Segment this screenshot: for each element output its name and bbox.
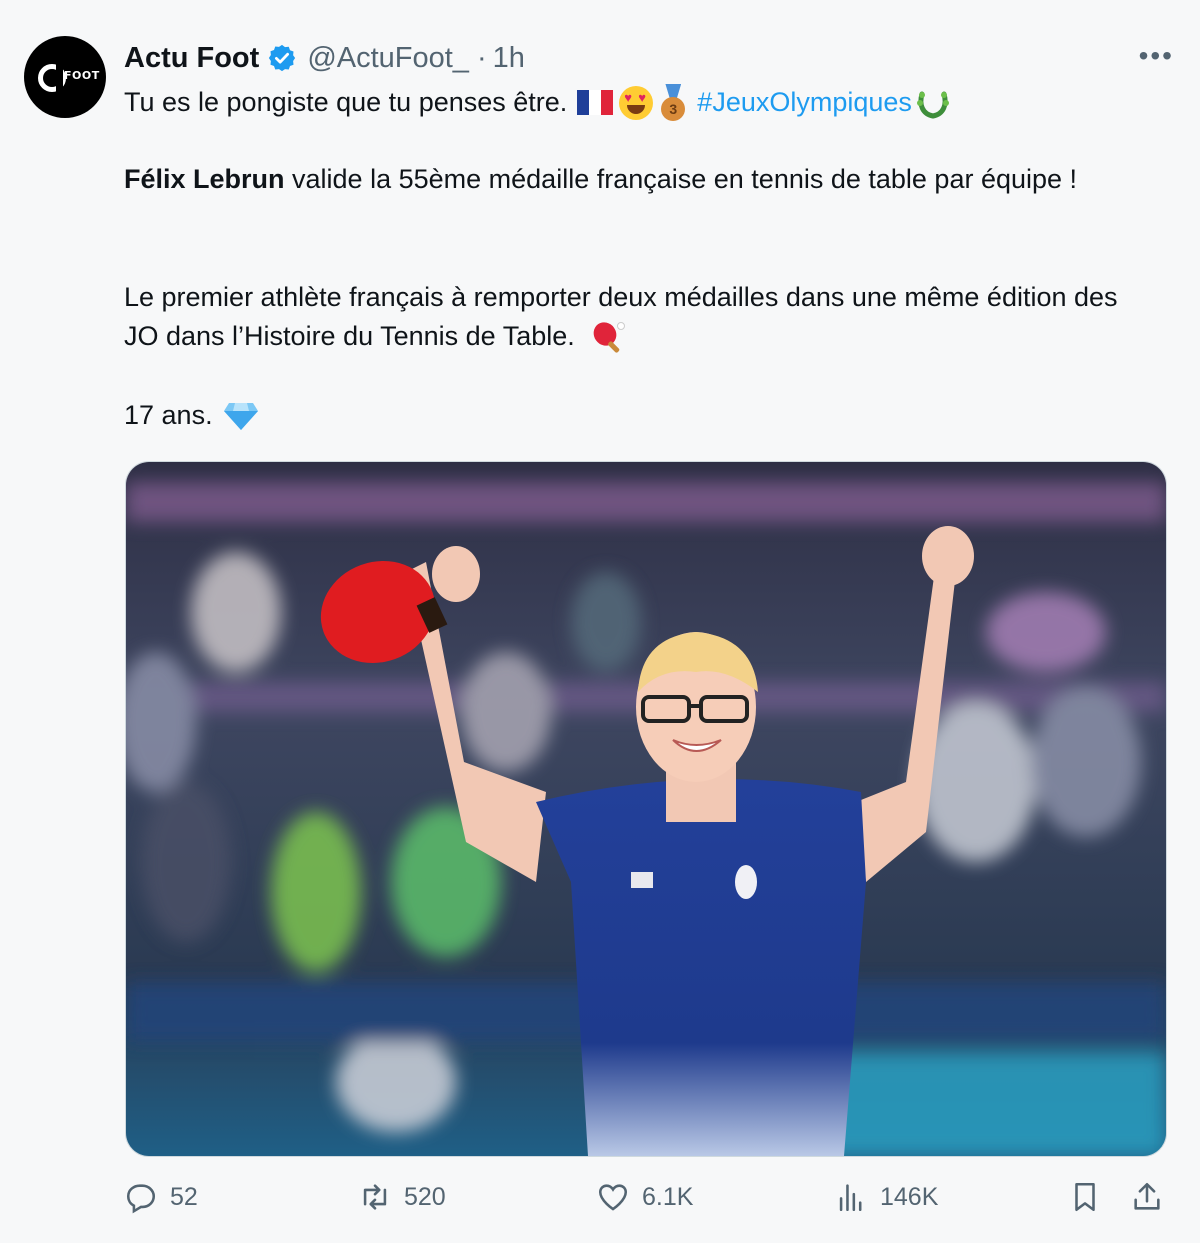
laurel-wreath-icon: [916, 91, 949, 118]
tweet: FOOT Actu Foot @ActuFoot_ · 1h ••• Tu es…: [0, 0, 1200, 1243]
analytics-icon: [839, 1184, 862, 1212]
french-flag-icon: [577, 90, 614, 115]
ping-pong-icon: [593, 321, 626, 353]
avatar-logo-cut: [56, 60, 63, 94]
reply-button[interactable]: 52: [124, 1180, 198, 1214]
tweet-actions: 52 520 6.1K 146K: [0, 1180, 1200, 1224]
tweet-line-1: Tu es le pongiste que tu penses être. ♥ ♥…: [124, 83, 950, 122]
line1-text: Tu es le pongiste que tu penses être.: [124, 87, 568, 117]
bookmark-icon: [1075, 1182, 1095, 1212]
reply-count: 52: [170, 1182, 198, 1211]
retweet-button[interactable]: 520: [358, 1180, 446, 1214]
view-count: 146K: [880, 1182, 939, 1211]
medal-number: 3: [661, 96, 686, 121]
reply-icon: [126, 1184, 156, 1214]
more-horizontal-icon[interactable]: •••: [1139, 40, 1174, 72]
tweet-header: Actu Foot @ActuFoot_ · 1h: [124, 38, 525, 78]
gem-icon: [223, 402, 258, 430]
bookmark-button[interactable]: [1068, 1180, 1102, 1214]
retweet-count: 520: [404, 1182, 446, 1211]
avatar-logo-text: FOOT: [64, 69, 100, 82]
like-count: 6.1K: [642, 1182, 694, 1211]
verified-badge-icon: [269, 44, 296, 72]
tweet-paragraph-2: Félix Lebrun valide la 55ème médaille fr…: [124, 160, 1124, 199]
athlete-celebrating-photo: [126, 462, 1166, 1156]
tweet-paragraph-3: Le premier athlète français à remporter …: [124, 278, 1144, 356]
bronze-medal-icon: 3: [659, 83, 687, 122]
retweet-icon: [363, 1184, 387, 1210]
tweet-paragraph-4: 17 ans.: [124, 396, 259, 435]
heart-eyes-emoji-icon: ♥ ♥: [619, 85, 654, 120]
author-name[interactable]: Actu Foot: [124, 42, 259, 75]
views-button[interactable]: 146K: [834, 1180, 938, 1214]
heart-icon: [598, 1184, 628, 1211]
paragraph-2-text: valide la 55ème médaille française en te…: [284, 164, 1078, 194]
avatar[interactable]: FOOT: [24, 36, 106, 118]
paragraph-4-text: 17 ans.: [124, 400, 213, 430]
tweet-time[interactable]: 1h: [493, 42, 525, 75]
author-handle[interactable]: @ActuFoot_: [307, 42, 469, 75]
athlete-name: Félix Lebrun: [124, 164, 285, 194]
tweet-photo[interactable]: [125, 461, 1167, 1157]
share-icon: [1134, 1182, 1160, 1210]
header-separator: ·: [476, 41, 487, 74]
like-button[interactable]: 6.1K: [596, 1180, 693, 1214]
hashtag-link[interactable]: #JeuxOlympiques: [697, 83, 912, 122]
share-button[interactable]: [1130, 1180, 1164, 1214]
